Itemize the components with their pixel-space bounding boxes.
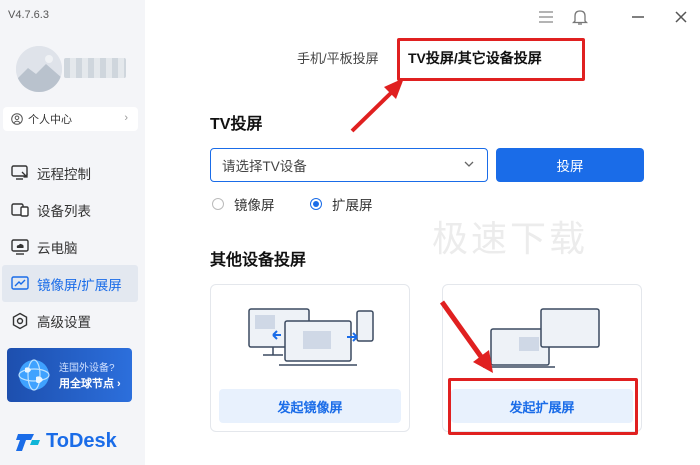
sidebar-item-cloud-pc[interactable]: 云电脑 — [2, 228, 138, 265]
promo-line-2: 用全球节点 › — [59, 378, 121, 390]
radio-label: 镜像屏 — [234, 198, 275, 213]
cloud-pc-icon — [10, 238, 30, 256]
highlight-box-tab — [397, 38, 585, 81]
device-list-icon — [10, 201, 30, 219]
other-devices-heading: 其他设备投屏 — [210, 252, 307, 269]
bell-icon[interactable] — [569, 6, 591, 28]
radio-circle — [212, 198, 224, 210]
tv-device-select[interactable]: 请选择TV设备 — [210, 148, 488, 182]
sidebar-item-label: 高级设置 — [37, 314, 91, 330]
tv-cast-heading: TV投屏 — [210, 116, 263, 133]
mirror-screen-icon — [10, 275, 30, 293]
close-icon[interactable] — [670, 6, 692, 28]
mirror-screen-card: 发起镜像屏 — [210, 284, 410, 432]
settings-icon — [10, 312, 30, 330]
todesk-logo-icon — [16, 433, 40, 451]
username-blurred — [64, 58, 126, 78]
avatar[interactable] — [16, 46, 62, 92]
sidebar-item-device-list[interactable]: 设备列表 — [2, 191, 138, 228]
radio-mirror-screen[interactable]: 镜像屏 — [212, 194, 275, 214]
remote-control-icon — [10, 164, 30, 182]
sidebar-item-advanced-settings[interactable]: 高级设置 — [2, 302, 138, 339]
user-icon — [11, 113, 23, 125]
sidebar-item-label: 镜像屏/扩展屏 — [37, 277, 122, 293]
global-node-promo-banner[interactable]: 连国外设备? 用全球节点 › — [7, 348, 132, 402]
personal-center-button[interactable]: 个人中心 › — [3, 107, 138, 131]
globe-icon — [18, 359, 50, 391]
radio-circle-selected — [310, 198, 322, 210]
sidebar-item-remote-control[interactable]: 远程控制 — [2, 154, 138, 191]
watermark-text: 极速下载 — [432, 218, 589, 259]
minimize-icon[interactable] — [627, 6, 649, 28]
cast-button[interactable]: 投屏 — [496, 148, 644, 182]
radio-extend-screen[interactable]: 扩展屏 — [310, 194, 373, 214]
sidebar: V4.7.6.3 个人中心 › 远程控制 设备列表 云电脑 镜像屏/扩展屏 高级… — [0, 0, 145, 465]
chevron-right-icon: › — [124, 112, 128, 124]
todesk-logo: ToDesk — [16, 430, 117, 453]
menu-icon[interactable] — [535, 6, 557, 28]
todesk-logo-text: ToDesk — [46, 430, 117, 452]
sidebar-nav: 远程控制 设备列表 云电脑 镜像屏/扩展屏 高级设置 — [0, 154, 145, 339]
promo-line-1: 连国外设备? — [59, 363, 115, 374]
radio-label: 扩展屏 — [332, 198, 373, 213]
red-arrow-to-tab — [350, 78, 404, 133]
sidebar-item-mirror-extend[interactable]: 镜像屏/扩展屏 — [2, 265, 138, 302]
sidebar-item-label: 远程控制 — [37, 166, 91, 182]
start-mirror-button[interactable]: 发起镜像屏 — [219, 389, 401, 423]
sidebar-item-label: 设备列表 — [37, 203, 91, 219]
chevron-down-icon — [463, 158, 475, 173]
personal-center-label: 个人中心 — [28, 114, 72, 126]
extend-screen-illustration — [483, 308, 600, 368]
highlight-box-extend — [448, 378, 638, 435]
tab-phone-tablet-cast[interactable]: 手机/平板投屏 — [297, 48, 379, 67]
tv-device-select-placeholder: 请选择TV设备 — [222, 159, 307, 174]
app-version: V4.7.6.3 — [8, 9, 49, 21]
sidebar-item-label: 云电脑 — [37, 240, 78, 256]
mirror-screen-illustration — [248, 308, 374, 366]
